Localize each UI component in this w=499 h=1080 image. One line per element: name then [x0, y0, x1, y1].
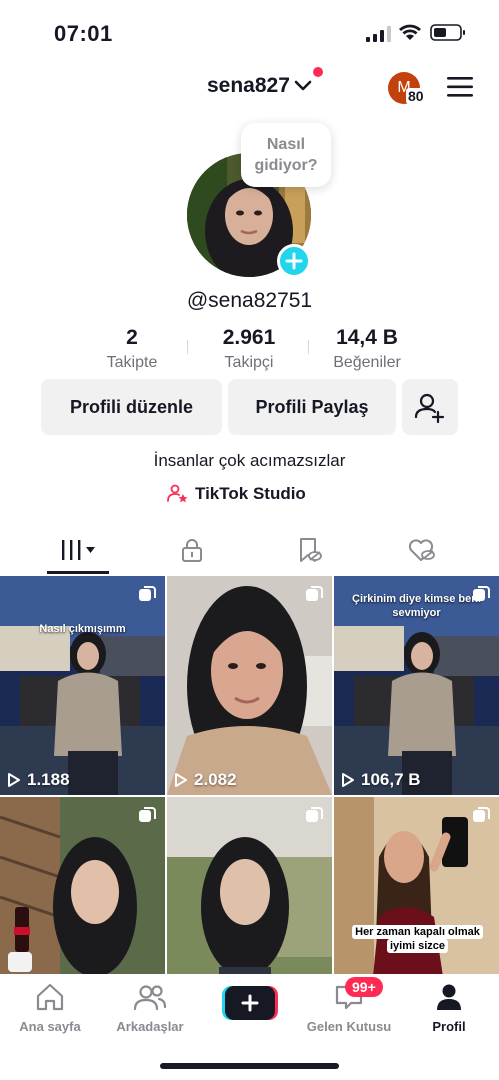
tab-videos[interactable] [48, 525, 108, 575]
tiktok-studio-link[interactable]: TikTok Studio [167, 484, 306, 504]
username: sena827 [207, 74, 290, 97]
view-count: 2.082 [174, 770, 237, 790]
tab-saved[interactable] [279, 525, 339, 575]
cellular-signal-icon [366, 26, 391, 42]
followers-label: Takipçi [224, 354, 274, 371]
home-indicator [160, 1063, 339, 1069]
profile-header: sena827 M 80 [0, 64, 499, 114]
profile-bio: İnsanlar çok acımazsızlar [153, 451, 346, 470]
view-count-text: 1.188 [27, 770, 70, 789]
video-caption: Nasıl çıkmışımm [39, 623, 126, 635]
multi-photo-icon [473, 807, 490, 822]
bubble-line-2: gidiyor? [254, 157, 318, 174]
studio-person-star-icon [167, 484, 188, 503]
multi-photo-icon [473, 586, 490, 601]
heart-hidden-icon [408, 539, 435, 561]
hamburger-menu-icon[interactable] [447, 76, 473, 98]
inbox-badge: 99+ [345, 977, 383, 997]
nav-inbox-label: Gelen Kutusu [306, 1019, 392, 1034]
play-icon [342, 773, 354, 787]
bookmark-hidden-icon [300, 538, 322, 562]
tab-liked[interactable] [392, 525, 452, 575]
nav-profile-label: Profil [432, 1019, 466, 1034]
nav-home[interactable]: Ana sayfa [0, 982, 100, 1034]
video-thumbnail[interactable]: Nasıl çıkmışımm 1.188 [0, 576, 165, 795]
clock: 07:01 [54, 21, 113, 46]
notification-dot [313, 67, 323, 77]
followers-stat[interactable]: 2.961 Takipçi [199, 326, 299, 372]
likes-count: 14,4 B [336, 326, 398, 349]
add-friend-button[interactable] [402, 379, 458, 435]
video-thumbnail[interactable]: 2.082 [167, 576, 332, 795]
video-caption-line-2: iyimi sizce [386, 939, 449, 953]
add-person-icon [414, 393, 445, 424]
profile-tabs [0, 525, 499, 575]
nav-home-label: Ana sayfa [19, 1019, 81, 1034]
lock-icon [182, 539, 202, 562]
profile-handle: @sena82751 [186, 289, 313, 312]
profile-icon [437, 984, 461, 1010]
tab-private[interactable] [162, 525, 222, 575]
view-count-text: 106,7 B [361, 770, 421, 789]
account-switcher[interactable]: sena827 [207, 74, 312, 98]
video-caption-line-1: Her zaman kapalı olmak [352, 925, 483, 939]
play-icon [175, 773, 187, 787]
thumbnail-image [0, 576, 165, 795]
profile-stats: 2 Takipte 2.961 Takipçi 14,4 B Beğeniler [0, 326, 499, 376]
followers-count: 2.961 [222, 326, 276, 349]
video-caption: Her zaman kapalı olmak iyimi sizce [346, 925, 489, 953]
stat-divider [308, 340, 309, 354]
nav-profile[interactable]: Profil [399, 982, 499, 1034]
likes-stat[interactable]: 14,4 B Beğeniler [317, 326, 417, 372]
multi-photo-icon [306, 807, 323, 822]
battery-icon [430, 24, 465, 41]
view-count: 106,7 B [341, 770, 421, 790]
play-icon [8, 773, 20, 787]
friends-icon [133, 985, 167, 1011]
multi-photo-icon [139, 586, 156, 601]
edit-profile-button[interactable]: Profili düzenle [41, 379, 222, 435]
bubble-line-1: Nasıl [266, 136, 306, 153]
status-bar: 07:01 [0, 0, 499, 64]
following-stat[interactable]: 2 Takipte [92, 326, 172, 372]
plus-icon [285, 252, 303, 270]
following-label: Takipte [106, 354, 158, 371]
video-grid-icon [62, 540, 95, 560]
active-tab-indicator [47, 571, 109, 574]
status-bubble[interactable]: Nasıl gidiyor? [241, 123, 331, 187]
coin-count: 80 [406, 88, 426, 104]
multi-photo-icon [306, 586, 323, 601]
share-profile-button[interactable]: Profili Paylaş [228, 379, 396, 435]
view-count: 1.188 [7, 770, 70, 790]
multi-photo-icon [139, 807, 156, 822]
nav-friends-label: Arkadaşlar [116, 1019, 184, 1034]
studio-label: TikTok Studio [195, 484, 306, 503]
video-thumbnail[interactable]: Çirkinim diye kimse beni sevmiyor 106,7 … [334, 576, 499, 795]
view-count-text: 2.082 [194, 770, 237, 789]
nav-friends[interactable]: Arkadaşlar [100, 982, 200, 1034]
stat-divider [187, 340, 188, 354]
video-caption-line-2: sevmiyor [392, 607, 441, 619]
home-icon [36, 983, 64, 1011]
wifi-icon [399, 24, 421, 40]
thumbnail-image [167, 576, 332, 795]
following-count: 2 [126, 326, 138, 349]
chevron-down-icon [294, 80, 312, 91]
create-video-button[interactable] [222, 986, 278, 1020]
add-story-button[interactable] [277, 244, 311, 278]
likes-label: Beğeniler [333, 354, 401, 371]
